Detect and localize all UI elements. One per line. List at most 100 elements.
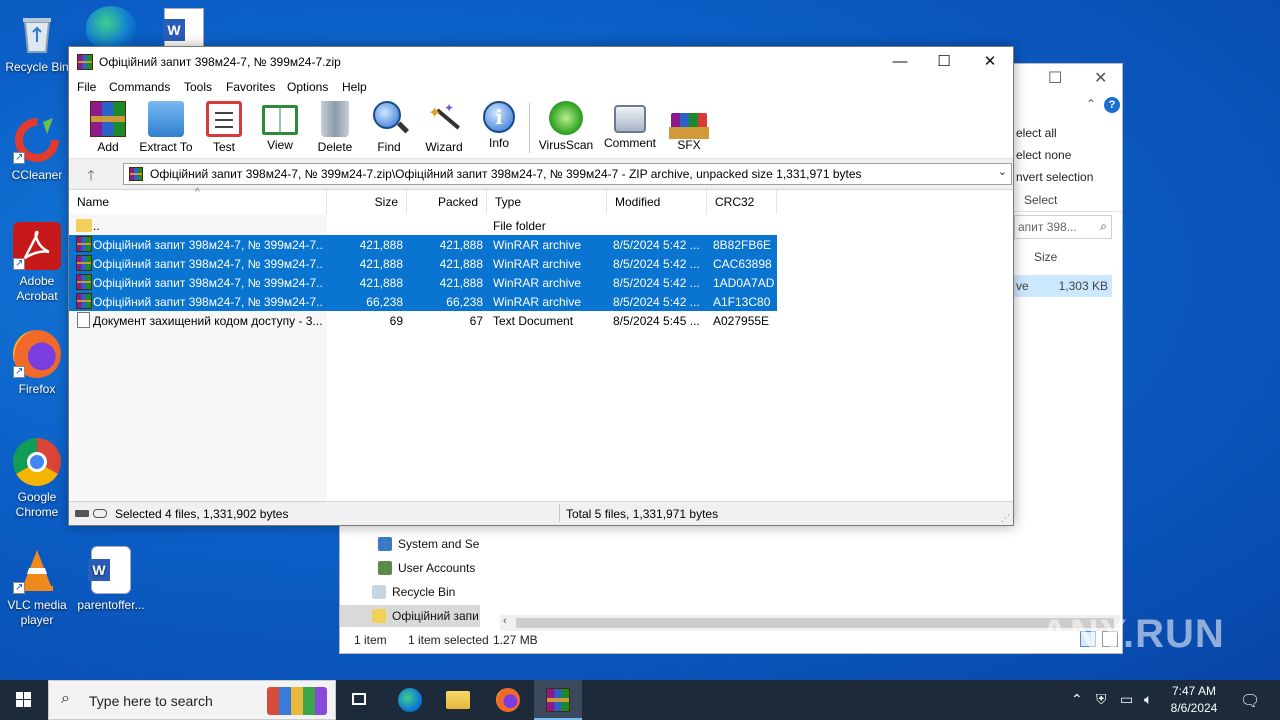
up-one-level-icon[interactable]: 🡑 — [79, 165, 103, 183]
select-none-button[interactable]: elect none — [1016, 148, 1071, 162]
file-name: Офіційний запит 398м24-7, № 399м24-7.... — [93, 257, 323, 271]
nav-item-system[interactable]: System and Se — [378, 537, 479, 551]
file-list[interactable]: Name ^ Size Packed Type Modified CRC32 ..… — [69, 187, 1013, 502]
select-all-button[interactable]: elect all — [1016, 126, 1057, 140]
menu-bar: File Commands Tools Favorites Options He… — [69, 77, 1013, 97]
notifications-icon[interactable]: 🗨︎ — [1240, 691, 1260, 711]
test-checklist-icon — [206, 101, 242, 137]
delete-trash-icon — [321, 101, 349, 137]
view-book-icon — [262, 105, 298, 135]
add-button[interactable]: Add — [77, 101, 139, 154]
extract-to-button[interactable]: Extract To — [135, 101, 197, 154]
file-modified: 8/5/2024 5:42 ... — [613, 257, 700, 271]
desktop-icon-vlc[interactable]: VLC media player — [0, 546, 74, 628]
status-divider — [559, 504, 560, 522]
taskbar: ⌕ Type here to search ⌃ ⛨ ▭ 🔈︎ 7:47 AM 8… — [0, 680, 1280, 720]
start-button[interactable] — [0, 680, 48, 720]
close-icon[interactable]: ✕ — [1094, 68, 1107, 88]
file-explorer-icon[interactable] — [434, 680, 482, 720]
desktop-icon-recycle-bin[interactable]: Recycle Bin — [0, 8, 74, 75]
invert-selection-button[interactable]: nvert selection — [1016, 170, 1093, 184]
toolbar-label: SFX — [677, 138, 701, 152]
column-label: Size — [374, 195, 398, 209]
clock[interactable]: 7:47 AM 8/6/2024 — [1160, 683, 1228, 717]
volume-icon[interactable]: 🔈︎ — [1144, 691, 1152, 708]
comment-button[interactable]: Comment — [599, 101, 661, 150]
help-icon[interactable]: ? — [1104, 97, 1120, 113]
edge-desktop-icon[interactable] — [86, 6, 136, 48]
nav-item-folder[interactable]: Офіційний запи — [340, 605, 480, 627]
table-row[interactable]: Документ захищений кодом доступу - 3... … — [69, 311, 777, 330]
file-size: 1,303 KB — [1058, 279, 1108, 293]
column-header-modified[interactable]: Modified — [607, 190, 707, 214]
recycle-bin-icon — [13, 8, 61, 56]
search-input[interactable]: апит 398... ⌕ — [1014, 215, 1112, 239]
navigation-pane: System and Se User Accounts Recycle Bin … — [340, 524, 495, 627]
delete-button[interactable]: Delete — [304, 101, 366, 154]
file-type: WinRAR archive — [493, 238, 582, 252]
file-type: WinRAR archive — [493, 276, 582, 290]
menu-commands[interactable]: Commands — [109, 80, 170, 94]
chevron-down-icon[interactable]: ⌄ — [998, 165, 1007, 178]
selected-file-row[interactable]: ve 1,303 KB — [1014, 275, 1112, 297]
desktop-icon-firefox[interactable]: Firefox — [0, 330, 74, 397]
column-header-name[interactable]: Name ^ — [69, 187, 327, 214]
menu-tools[interactable]: Tools — [184, 80, 212, 94]
menu-favorites[interactable]: Favorites — [226, 80, 275, 94]
nav-item-user-accounts[interactable]: User Accounts — [378, 561, 475, 575]
taskbar-search-input[interactable]: ⌕ Type here to search — [48, 680, 336, 720]
nav-item-recycle-bin[interactable]: Recycle Bin — [372, 585, 455, 599]
list-item[interactable]: .. File folder — [69, 216, 777, 235]
maximize-icon[interactable]: ☐ — [1048, 68, 1062, 88]
winrar-window[interactable]: Офіційний запит 398м24-7, № 399м24-7.zip… — [68, 46, 1014, 526]
winrar-app-icon — [77, 54, 93, 70]
table-row[interactable]: Офіційний запит 398м24-7, № 399м24-7....… — [69, 292, 777, 311]
info-button[interactable]: i Info — [468, 101, 530, 150]
maximize-button[interactable]: ☐ — [921, 47, 967, 77]
ribbon-group-label: Select — [1024, 193, 1058, 207]
view-button[interactable]: View — [249, 101, 311, 152]
table-row[interactable]: Офіційний запит 398м24-7, № 399м24-7....… — [69, 235, 777, 254]
chevron-up-icon[interactable]: ⌃ — [1086, 97, 1096, 111]
chevron-up-icon[interactable]: ⌃ — [1071, 691, 1083, 708]
desktop-icon-parentoffer[interactable]: W parentoffer... — [74, 546, 148, 613]
close-button[interactable]: ✕ — [967, 47, 1013, 77]
menu-file[interactable]: File — [77, 80, 96, 94]
recycle-bin-icon — [372, 585, 386, 599]
file-name: Документ захищений кодом доступу - 3... — [93, 314, 323, 328]
status-selected: Selected 4 files, 1,331,902 bytes — [115, 507, 289, 521]
word-desktop-icon[interactable]: W — [163, 8, 204, 48]
text-document-icon — [77, 312, 90, 328]
resize-grip-icon[interactable]: ⋰ — [1001, 513, 1010, 524]
menu-options[interactable]: Options — [287, 80, 328, 94]
menu-help[interactable]: Help — [342, 80, 367, 94]
security-icon[interactable]: ⛨ — [1096, 691, 1107, 708]
edge-icon[interactable] — [386, 680, 434, 720]
sfx-button[interactable]: SFX — [658, 101, 720, 152]
column-header-crc32[interactable]: CRC32 — [707, 190, 777, 214]
desktop-icon-ccleaner[interactable]: CCleaner — [0, 116, 74, 183]
firefox-icon[interactable] — [484, 680, 532, 720]
wizard-button[interactable]: ✦ ✦ Wizard — [413, 101, 475, 154]
column-header-packed[interactable]: Packed — [407, 190, 487, 214]
table-row[interactable]: Офіційний запит 398м24-7, № 399м24-7....… — [69, 273, 777, 292]
minimize-button[interactable]: — — [877, 47, 923, 77]
path-input[interactable]: Офіційний запит 398м24-7, № 399м24-7.zip… — [123, 163, 1012, 185]
winrar-icon[interactable] — [534, 680, 582, 720]
network-icon[interactable]: ▭ — [1120, 691, 1133, 708]
find-button[interactable]: Find — [358, 101, 420, 154]
scroll-left-icon[interactable]: ‹ — [503, 615, 507, 627]
title-bar[interactable]: Офіційний запит 398м24-7, № 399м24-7.zip… — [69, 47, 1013, 77]
column-header-type[interactable]: Type — [487, 190, 607, 214]
desktop-icon-chrome[interactable]: Google Chrome — [0, 438, 74, 520]
column-header-size[interactable]: Size — [1034, 250, 1057, 264]
desktop-icon-acrobat[interactable]: Adobe Acrobat — [0, 222, 74, 304]
file-size: 421,888 — [359, 238, 403, 252]
task-view-icon[interactable] — [336, 680, 384, 720]
column-header-size[interactable]: Size — [327, 190, 407, 214]
column-label: CRC32 — [715, 195, 755, 209]
table-row[interactable]: Офіційний запит 398м24-7, № 399м24-7....… — [69, 254, 777, 273]
test-button[interactable]: Test — [193, 101, 255, 154]
virusscan-button[interactable]: VirusScan — [535, 101, 597, 152]
file-name: Офіційний запит 398м24-7, № 399м24-7.... — [93, 238, 323, 252]
